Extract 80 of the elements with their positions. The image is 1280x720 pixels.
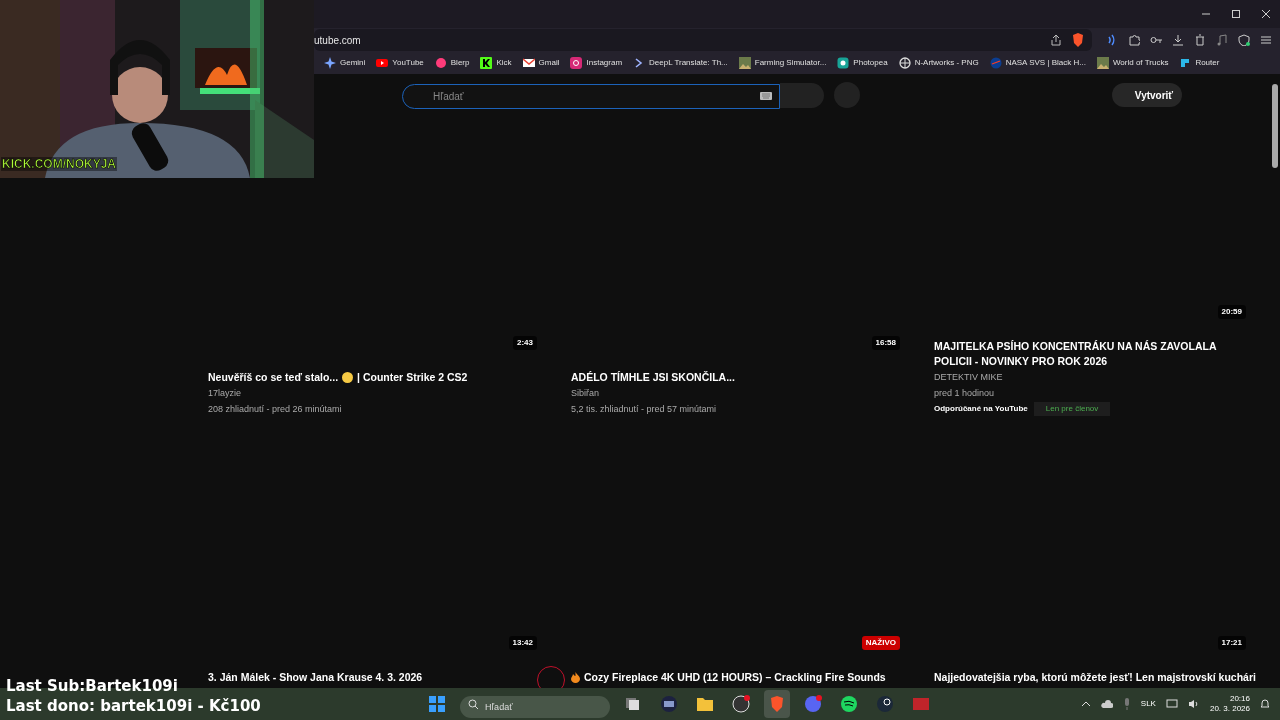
bookmark-link[interactable]: World of Trucks <box>1096 57 1169 69</box>
video-title[interactable]: Najjedovatejšia ryba, ktorú môžete jesť! Len majstrovskí kuchári <box>934 670 1256 685</box>
duration-badge: 17:21 <box>1217 636 1246 650</box>
camera-icon <box>570 57 583 69</box>
last-donation-text: Last dono: bartek109i - Kč100 <box>6 697 261 715</box>
stream-handle: KICK.COM/NOKYJA <box>1 157 117 171</box>
image-icon <box>1096 57 1109 69</box>
network-icon <box>1165 699 1178 709</box>
url-text: utube.com <box>314 33 362 48</box>
k-icon <box>480 57 493 69</box>
keyboard-icon <box>760 91 772 100</box>
globe-icon <box>898 57 911 69</box>
bookmark-link[interactable]: NASA SVS | Black H... <box>989 57 1086 69</box>
recommended-label: Odporúčané na YouTube <box>934 403 1028 415</box>
volume-icon <box>1187 699 1200 709</box>
video-title[interactable]: 3. Ján Málek - Show Jana Krause 4. 3. 2026 <box>208 670 423 685</box>
search-icon <box>468 699 479 710</box>
last-sub-text: Last Sub:Bartek109i <box>6 677 178 695</box>
close-icon <box>1260 8 1272 20</box>
bell-icon <box>1260 698 1270 710</box>
search-field[interactable]: Hľadať <box>402 83 780 109</box>
folder-icon <box>696 695 714 713</box>
bookmark-link[interactable]: Farming Simulator... <box>738 57 827 69</box>
mail-icon <box>522 57 535 69</box>
channel-name[interactable]: Sibiřan <box>571 387 934 401</box>
video-meta: 208 zhliadnutí - pred 26 minútami <box>208 402 343 416</box>
language-indicator[interactable]: SLK <box>1140 698 1156 710</box>
clock-date: 20. 3. 2026 <box>1209 704 1250 714</box>
duration-badge: 16:58 <box>871 336 900 350</box>
windows-stack-icon <box>624 695 642 713</box>
members-only-badge: Len pre členov <box>1033 402 1111 416</box>
channel-name[interactable]: DETEKTIV MIKE <box>934 371 1280 385</box>
play-icon <box>376 57 389 69</box>
bookmark-link[interactable]: YouTube <box>376 57 424 69</box>
video-meta: 5,2 tis. zhliadnutí - pred 57 minútami <box>571 402 718 416</box>
bookmark-link[interactable]: Gemini <box>324 57 366 69</box>
fire-emoji-icon <box>571 672 580 683</box>
duration-badge: 2:43 <box>513 336 537 350</box>
windows-icon <box>428 695 446 713</box>
download-icon[interactable] <box>1172 34 1184 46</box>
bookmark-link[interactable]: Blerp <box>434 57 470 69</box>
music-circle-icon <box>840 695 858 713</box>
key-icon[interactable] <box>1150 34 1162 46</box>
channel-name[interactable]: 17layzie <box>208 387 571 401</box>
video-title[interactable]: Cozy Fireplace 4K UHD (12 HOURS) – Crackling Fire Sounds <box>584 670 886 685</box>
image-icon <box>738 57 751 69</box>
video-meta: pred 1 hodinou <box>934 386 996 400</box>
restore-icon <box>1230 8 1242 20</box>
blob-icon <box>434 57 447 69</box>
duration-badge: 20:59 <box>1217 305 1246 319</box>
bookmark-link[interactable]: N-Artworks - PNG <box>898 57 979 69</box>
bookmark-link[interactable]: Instagram <box>570 57 623 69</box>
clock-time: 20:16 <box>1229 694 1250 704</box>
bookmark-link[interactable]: Router <box>1179 57 1220 69</box>
video-title[interactable]: MAJITELKA PSÍHO KONCENTRÁKU NA NÁS ZAVOLALA POLICII - NOVINKY PRO ROK 2026 <box>934 339 1234 369</box>
trash-icon[interactable] <box>1194 34 1206 46</box>
bookmark-link[interactable]: Gmail <box>522 57 560 69</box>
menu-icon[interactable] <box>1260 34 1272 46</box>
create-button[interactable]: Vytvoriť <box>1112 83 1182 107</box>
video-title[interactable]: Neuvěříš co se teď stalo... <box>208 370 339 385</box>
bookmark-link[interactable]: DeepL Translate: Th... <box>633 57 728 69</box>
scrollbar-thumb[interactable] <box>1272 84 1278 168</box>
microphone-icon <box>1122 698 1131 710</box>
shield-icon[interactable] <box>1238 34 1250 46</box>
video-title[interactable]: | Counter Strike 2 CS2 <box>357 370 468 385</box>
address-bar[interactable]: utube.com <box>314 29 1092 51</box>
record-icon <box>732 695 750 713</box>
star-icon <box>324 57 336 69</box>
square-icon <box>837 57 850 69</box>
share-icon <box>1050 34 1062 46</box>
duration-badge: 13:42 <box>508 636 537 650</box>
taskbar-search-field[interactable]: Hľadať <box>460 696 610 718</box>
video-title[interactable]: ADÉLO TÍMHLE JSI SKONČILA... <box>571 370 735 385</box>
bookmark-link[interactable]: Photopea <box>837 57 888 69</box>
monitor-icon <box>660 695 678 713</box>
music-note-icon[interactable] <box>1216 34 1228 46</box>
cloud-icon <box>1100 699 1113 709</box>
bookmark-link[interactable]: Kick <box>480 57 512 69</box>
live-badge: NAŽIVO <box>861 636 900 650</box>
chevron-up-icon <box>1080 699 1091 709</box>
